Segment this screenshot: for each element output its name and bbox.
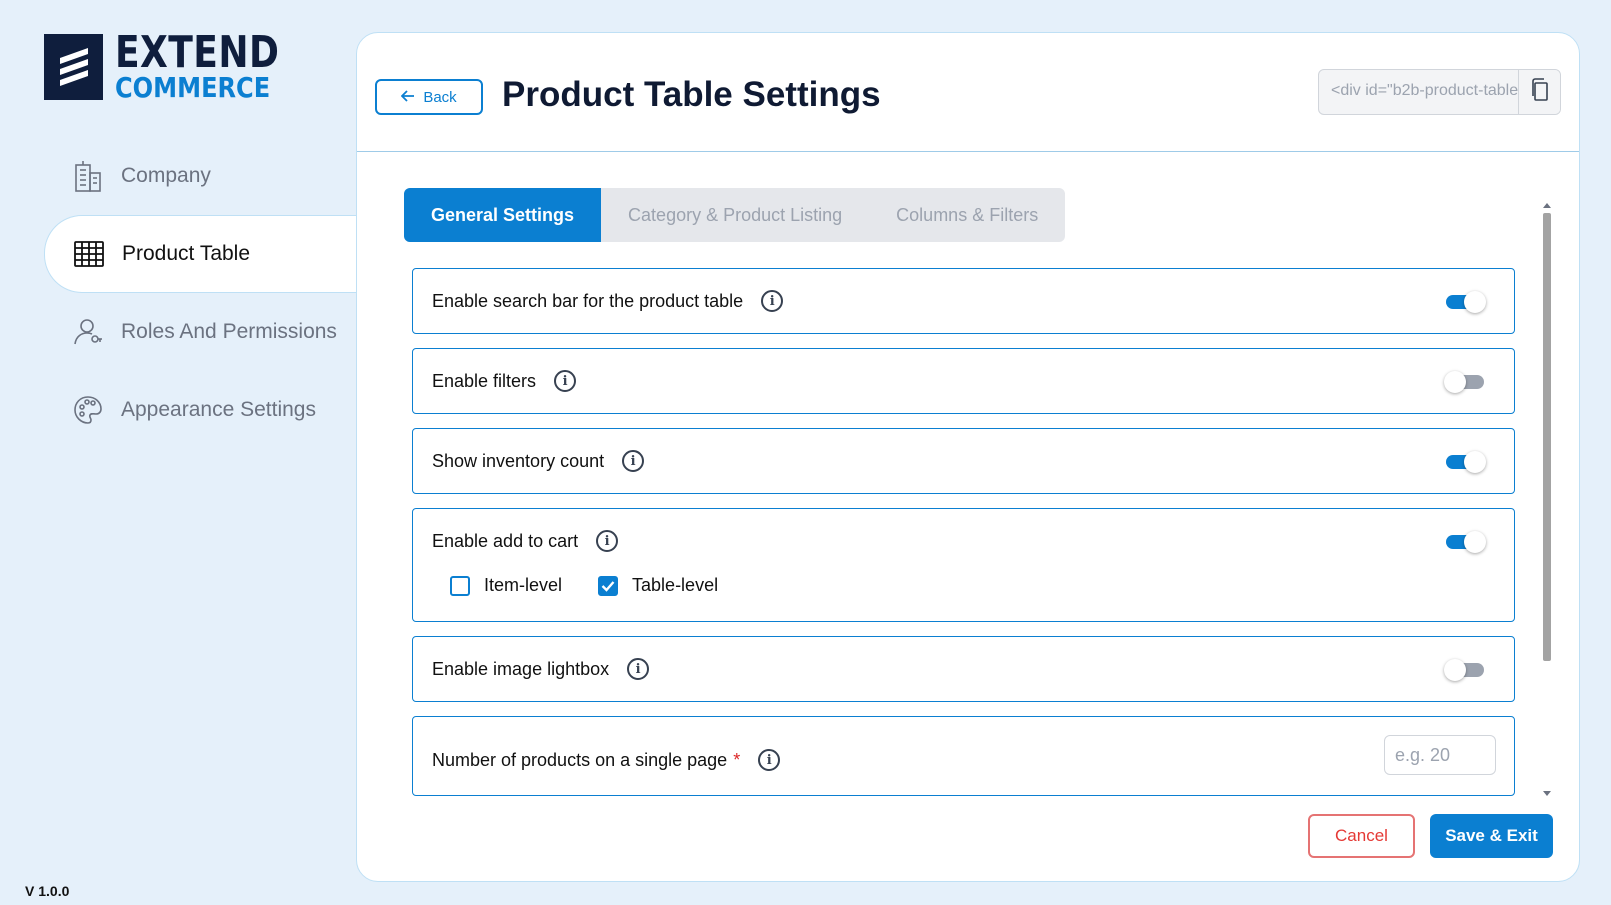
copy-button[interactable] xyxy=(1518,70,1560,114)
settings-tabs: General Settings Category & Product List… xyxy=(404,188,1066,242)
info-icon[interactable]: i xyxy=(596,530,619,552)
brand-subname: COMMERCE xyxy=(115,71,271,104)
setting-label: Enable filters xyxy=(432,370,537,391)
tab-columns-filters[interactable]: Columns & Filters xyxy=(869,188,1065,242)
setting-label: Enable add to cart xyxy=(432,530,579,551)
settings-panel: Back Product Table Settings <div id="b2b… xyxy=(356,32,1580,882)
table-level-option[interactable]: Table-level xyxy=(598,575,718,596)
page-title: Product Table Settings xyxy=(502,75,881,114)
setting-card: Enable search bar for the product table … xyxy=(412,268,1515,334)
required-mark: * xyxy=(733,749,741,770)
image-lightbox-toggle[interactable] xyxy=(1444,659,1486,681)
sidebar-item-roles[interactable]: Roles And Permissions xyxy=(44,293,358,371)
setting-card: Enable image lightbox i xyxy=(412,636,1515,702)
cancel-button[interactable]: Cancel xyxy=(1308,814,1415,858)
sidebar-item-label: Product Table xyxy=(122,242,251,265)
scroll-up-icon[interactable] xyxy=(1543,203,1551,208)
info-icon[interactable]: i xyxy=(554,370,577,392)
item-level-label: Item-level xyxy=(484,575,563,595)
content-scrollbar[interactable] xyxy=(1541,201,1553,798)
item-level-option[interactable]: Item-level xyxy=(450,575,562,596)
filters-toggle[interactable] xyxy=(1444,371,1486,393)
check-icon xyxy=(601,580,615,592)
user-key-icon xyxy=(71,315,105,349)
setting-label: Enable search bar for the product table xyxy=(432,290,744,311)
search-bar-toggle[interactable] xyxy=(1444,291,1486,313)
setting-card: Number of products on a single page * i xyxy=(412,716,1515,796)
embed-code-box: <div id="b2b-product-table"></div> xyxy=(1318,69,1561,115)
sidebar-nav: Company Product Table Roles And Permissi… xyxy=(44,137,358,449)
sidebar-item-label: Company xyxy=(121,164,211,187)
inventory-count-toggle[interactable] xyxy=(1444,451,1486,473)
back-button[interactable]: Back xyxy=(375,79,483,115)
sidebar-item-label: Roles And Permissions xyxy=(121,320,337,343)
setting-card: Enable add to cart i Item-level Table-le… xyxy=(412,508,1515,622)
arrow-left-icon xyxy=(401,89,415,106)
sidebar-item-appearance[interactable]: Appearance Settings xyxy=(44,371,358,449)
scroll-thumb[interactable] xyxy=(1543,213,1551,661)
item-level-checkbox[interactable] xyxy=(450,575,470,596)
sidebar-item-company[interactable]: Company xyxy=(44,137,358,215)
brand-name: EXTEND xyxy=(115,27,280,78)
setting-card: Enable filters i xyxy=(412,348,1515,414)
info-icon[interactable]: i xyxy=(622,450,645,472)
sidebar-item-label: Appearance Settings xyxy=(121,398,316,421)
table-icon xyxy=(72,237,106,271)
logo-mark-icon xyxy=(44,33,103,100)
panel-header: Back Product Table Settings <div id="b2b… xyxy=(357,33,1579,152)
add-to-cart-toggle[interactable] xyxy=(1444,531,1486,553)
brand-logo: EXTEND COMMERCE xyxy=(44,31,315,102)
save-exit-button[interactable]: Save & Exit xyxy=(1430,814,1553,858)
info-icon[interactable]: i xyxy=(627,658,650,680)
info-icon[interactable]: i xyxy=(758,749,781,771)
setting-label: Enable image lightbox xyxy=(432,658,610,679)
scroll-down-icon[interactable] xyxy=(1543,791,1551,796)
app-version: V 1.0.0 xyxy=(25,883,70,899)
setting-card: Show inventory count i xyxy=(412,428,1515,494)
info-icon[interactable]: i xyxy=(761,290,784,312)
building-icon xyxy=(71,159,105,193)
table-level-label: Table-level xyxy=(632,575,719,595)
setting-label: Show inventory count xyxy=(432,450,605,471)
embed-code-field[interactable]: <div id="b2b-product-table"></div> xyxy=(1319,70,1518,114)
products-per-page-input[interactable] xyxy=(1384,735,1496,775)
tab-general-settings[interactable]: General Settings xyxy=(404,188,602,242)
tab-category-product-listing[interactable]: Category & Product Listing xyxy=(601,188,869,242)
settings-list: Enable search bar for the product table … xyxy=(412,268,1515,798)
copy-icon xyxy=(1530,77,1550,107)
table-level-checkbox[interactable] xyxy=(598,575,619,596)
setting-label: Number of products on a single page xyxy=(432,749,728,770)
back-label: Back xyxy=(423,88,457,106)
sidebar-item-product-table[interactable]: Product Table xyxy=(44,215,358,293)
palette-icon xyxy=(71,393,105,427)
